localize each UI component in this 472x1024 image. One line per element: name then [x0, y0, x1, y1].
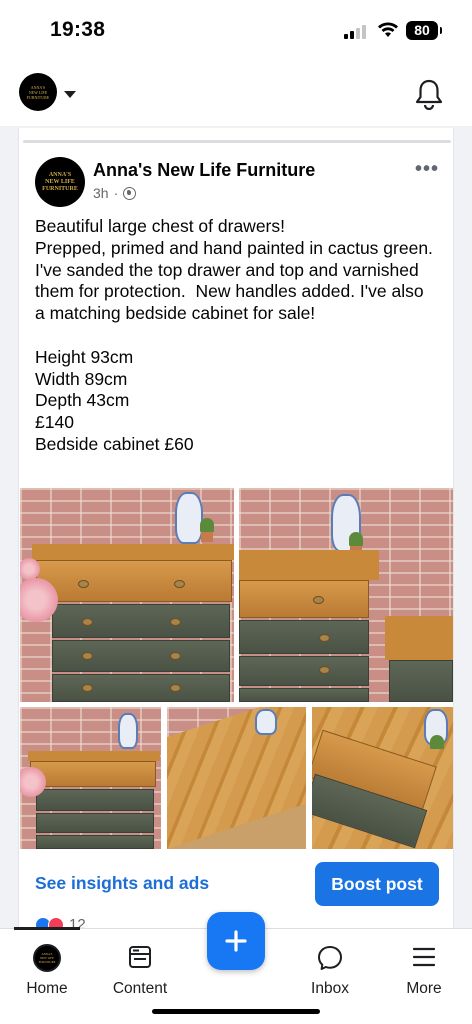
drawer-knob [319, 634, 330, 642]
dresser-top [32, 544, 234, 560]
vase-image [118, 713, 138, 749]
more-options-icon[interactable]: ••• [415, 158, 439, 181]
signal-icon [344, 25, 370, 39]
nav-more-label: More [406, 980, 442, 997]
vase-image [255, 709, 277, 735]
bedside-cabinet [389, 660, 453, 702]
home-avatar-icon: ANNA'S NEW LIFE FURNITURE [33, 944, 61, 972]
home-indicator [152, 1009, 320, 1014]
drawer-green [52, 674, 230, 702]
card-divider [23, 140, 451, 143]
post-photo-4[interactable] [167, 707, 306, 849]
post-photo-2[interactable] [239, 488, 453, 702]
logo-line-3: FURNITURE [26, 94, 50, 100]
home-logo-line-3: FURNITURE [38, 960, 56, 964]
page-switcher-avatar[interactable]: ANNA'S NEW LIFE FURNITURE [19, 73, 57, 111]
nav-inbox-label: Inbox [311, 980, 349, 997]
drawer-green [52, 604, 230, 638]
drawer-knob [82, 652, 93, 660]
drawer-knob [82, 618, 93, 626]
nav-content[interactable]: Content [95, 929, 185, 999]
drawer-knob [174, 580, 185, 588]
drawer-green [52, 640, 230, 672]
post-time[interactable]: 3h [93, 185, 109, 201]
post-author-avatar[interactable]: ANNA'S NEW LIFE FURNITURE [35, 157, 85, 207]
avatar-line-2: NEW LIFE [45, 178, 75, 185]
drawer-green [239, 688, 369, 702]
pot-image [201, 532, 213, 542]
plant-image [200, 518, 214, 532]
wifi-icon [378, 22, 398, 37]
see-insights-link[interactable]: See insights and ads [35, 873, 209, 894]
chat-bubble-icon [318, 946, 342, 970]
boost-post-button[interactable]: Boost post [315, 862, 439, 906]
menu-icon [412, 947, 436, 967]
status-time: 19:38 [50, 18, 106, 41]
status-bar: 19:38 80 [0, 0, 472, 62]
drawer-knob [313, 596, 324, 604]
nav-content-label: Content [112, 980, 168, 997]
create-post-button[interactable] [207, 912, 265, 970]
app-header: ANNA'S NEW LIFE FURNITURE [0, 62, 472, 126]
plus-icon [225, 930, 247, 952]
drawer-top [239, 580, 369, 618]
drawer-knob [170, 652, 181, 660]
drawer-green [36, 835, 154, 849]
post-text: Beautiful large chest of drawers! Preppe… [35, 216, 433, 454]
nav-home[interactable]: ANNA'S NEW LIFE FURNITURE Home [2, 929, 92, 999]
globe-icon [123, 186, 137, 200]
meta-separator: · [113, 185, 119, 201]
drawer-knob [170, 684, 181, 692]
drawer-knob [319, 666, 330, 674]
drawer-top [30, 761, 156, 787]
content-icon [129, 946, 151, 968]
battery-indicator: 80 [406, 21, 442, 40]
post-photo-3[interactable] [20, 707, 161, 849]
plant-image [430, 735, 444, 749]
nav-inbox[interactable]: Inbox [285, 929, 375, 999]
nav-more[interactable]: More [379, 929, 469, 999]
post-photo-5[interactable] [312, 707, 453, 849]
bell-icon[interactable] [414, 78, 444, 110]
avatar-line-1: ANNA'S [48, 171, 72, 178]
vase-image [175, 492, 203, 544]
drawer-knob [170, 618, 181, 626]
dresser-top [239, 550, 379, 580]
drawer-knob [78, 580, 89, 588]
avatar-line-3: FURNITURE [42, 185, 78, 192]
bedside-cabinet-top [385, 616, 453, 660]
drawer-green [239, 656, 369, 686]
drawer-top [36, 560, 232, 602]
plant-image [349, 532, 363, 546]
drawer-green [239, 620, 369, 654]
post-meta: 3h · [93, 185, 137, 201]
nav-home-label: Home [26, 980, 68, 997]
post-card: ANNA'S NEW LIFE FURNITURE Anna's New Lif… [18, 128, 454, 933]
dresser-top [28, 751, 160, 761]
drawer-green [36, 789, 154, 811]
post-author-name[interactable]: Anna's New Life Furniture [93, 160, 315, 181]
caret-down-icon[interactable] [64, 91, 76, 98]
post-photo-1[interactable] [20, 488, 234, 702]
drawer-green [36, 813, 154, 833]
drawer-knob [82, 684, 93, 692]
